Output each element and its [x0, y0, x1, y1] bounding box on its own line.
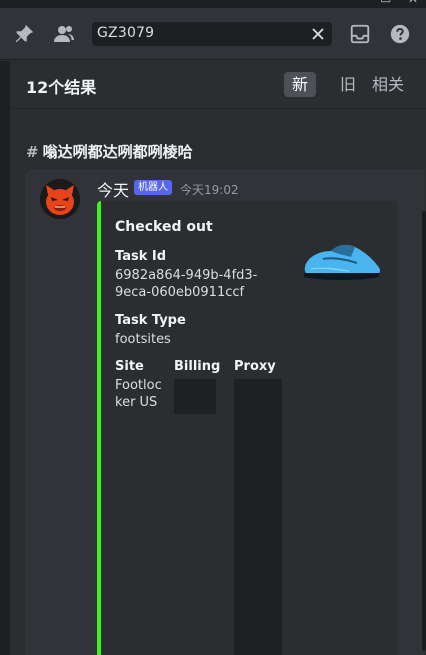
- channel-name: 嗡达咧都达咧都咧棱哈: [42, 143, 193, 161]
- bot-badge: 机器人: [134, 180, 172, 195]
- field-value-task-id: 6982a864-949b-4fd3-9eca-060eb0911ccf: [115, 268, 258, 300]
- inbox-icon[interactable]: [348, 22, 372, 46]
- window-titlebar: ▭ ✕: [0, 0, 426, 8]
- channel-header[interactable]: # 嗡达咧都达咧都咧棱哈: [26, 141, 193, 162]
- results-header: 12个结果 新 旧 相关: [10, 61, 426, 109]
- embed-title: Checked out: [115, 219, 213, 235]
- proxy-redacted: [234, 379, 282, 655]
- field-value-task-type: footsites: [115, 332, 171, 347]
- channel-hash-icon: #: [26, 143, 39, 161]
- sneaker-thumbnail[interactable]: [301, 239, 383, 283]
- field-value-site: Footlocker US: [115, 378, 162, 410]
- search-results-panel: 12个结果 新 旧 相关 # 嗡达咧都达咧都咧棱哈 今天 机器人 今天19:02 …: [10, 61, 426, 655]
- field-name-task-type: Task Type: [115, 313, 186, 328]
- billing-redacted: [174, 379, 216, 414]
- field-name-proxy: Proxy: [234, 359, 276, 374]
- members-icon[interactable]: [52, 22, 76, 46]
- toolbar: GZ3079: [0, 8, 426, 60]
- sort-tab-newest[interactable]: 新: [284, 72, 317, 97]
- avatar[interactable]: [40, 179, 80, 219]
- search-result-message[interactable]: 今天 机器人 今天19:02 Checked out Task Id 6982a…: [25, 169, 425, 655]
- sort-tab-oldest[interactable]: 旧: [332, 72, 364, 97]
- search-input[interactable]: GZ3079: [92, 22, 332, 46]
- field-name-site: Site: [115, 359, 144, 374]
- left-strip: [0, 61, 10, 655]
- maximize-icon[interactable]: ▭: [380, 0, 391, 5]
- help-icon[interactable]: [388, 22, 412, 46]
- embed: Checked out Task Id 6982a864-949b-4fd3-9…: [97, 201, 397, 655]
- field-name-billing: Billing: [174, 359, 221, 374]
- results-count: 12个结果: [26, 78, 97, 97]
- message-timestamp: 今天19:02: [180, 183, 239, 197]
- close-window-icon[interactable]: ✕: [408, 0, 418, 5]
- pin-icon[interactable]: [12, 22, 36, 46]
- sort-tab-relevant[interactable]: 相关: [364, 72, 412, 97]
- scrollbar[interactable]: [422, 211, 426, 651]
- search-value: GZ3079: [97, 25, 155, 41]
- field-name-task-id: Task Id: [115, 249, 167, 264]
- close-icon[interactable]: [308, 24, 328, 44]
- author-name[interactable]: 今天: [97, 177, 129, 201]
